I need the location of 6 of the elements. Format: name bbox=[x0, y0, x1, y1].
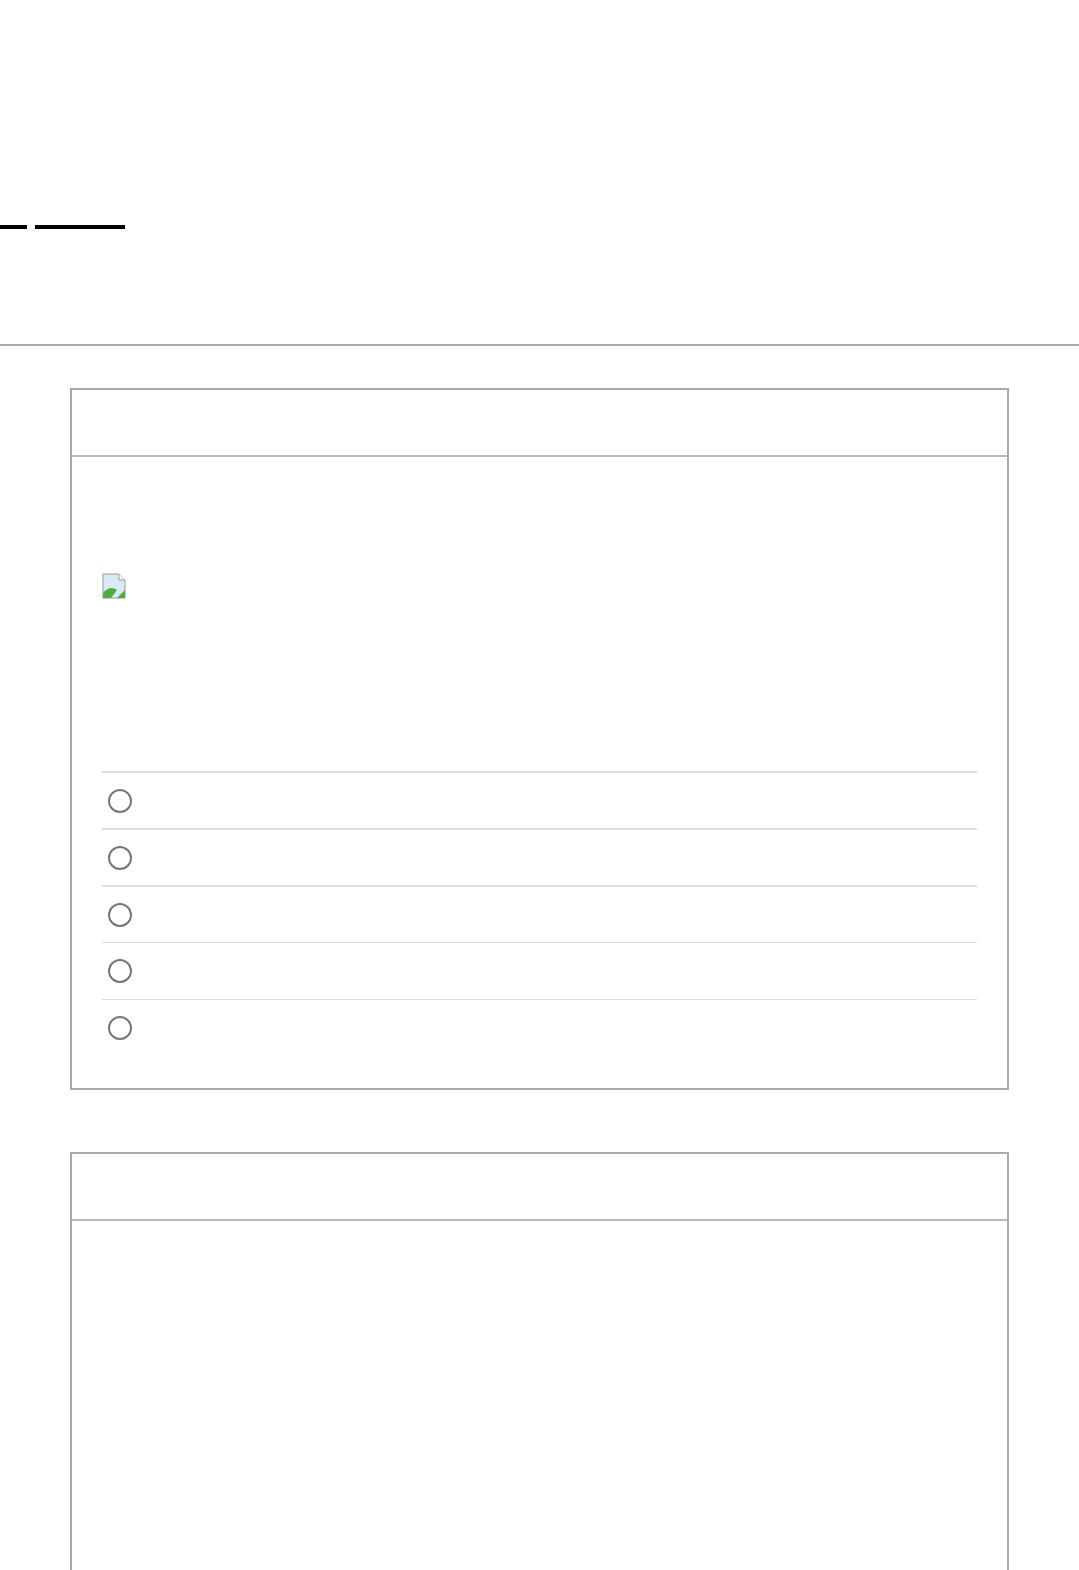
broken-image-icon bbox=[102, 573, 128, 599]
radio-button[interactable] bbox=[108, 788, 132, 813]
radio-button[interactable] bbox=[108, 959, 132, 983]
radio-button[interactable] bbox=[108, 902, 132, 927]
radio-button[interactable] bbox=[108, 845, 132, 870]
radio-button[interactable] bbox=[108, 1016, 132, 1040]
